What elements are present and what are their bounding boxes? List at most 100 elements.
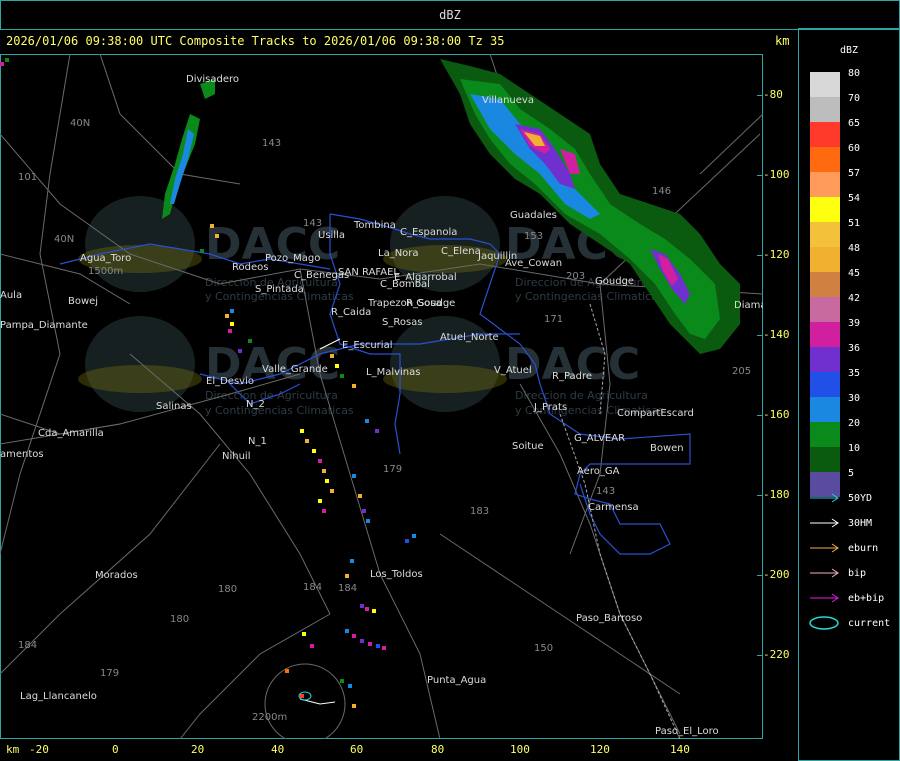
place-label: Atuel_Norte — [440, 332, 499, 343]
place-label: Salinas — [156, 401, 192, 412]
road-number: 143 — [303, 218, 322, 229]
legend-swatch-label: 20 — [848, 418, 861, 429]
legend-swatch-label: 60 — [848, 143, 861, 154]
legend-swatch-label: 48 — [848, 243, 861, 254]
place-label: Pampa_Diamante — [0, 320, 88, 331]
y-tick-label: -200 — [763, 568, 790, 581]
x-tick-label: 80 — [431, 743, 445, 756]
y-tick-label: -180 — [763, 488, 790, 501]
y-tick-mark — [757, 495, 763, 496]
radar-map[interactable]: DACC Direccion de Agricultura y Continge… — [0, 54, 763, 739]
legend-swatch-label: 35 — [848, 368, 861, 379]
echo-pixel — [366, 519, 370, 523]
y-tick-label: -160 — [763, 408, 790, 421]
echo-pixel — [0, 62, 4, 66]
legend-swatch-label: 80 — [848, 68, 861, 79]
legend-swatch — [810, 222, 840, 247]
echo-pixel — [230, 322, 234, 326]
place-label: Los_Toldos — [370, 569, 423, 580]
place-label: SAN RAFAEL — [338, 267, 399, 278]
echo-pixel — [318, 459, 322, 463]
echo-pixel — [330, 354, 334, 358]
road-number: 143 — [262, 138, 281, 149]
echo-pixel — [335, 364, 339, 368]
place-label: Carmensa — [588, 502, 639, 513]
place-label: C_Elena — [441, 246, 481, 257]
road-number: 101 — [18, 172, 37, 183]
x-tick-label: 60 — [350, 743, 364, 756]
echo-pixel — [300, 429, 304, 433]
place-label: N_2 — [246, 399, 265, 410]
y-axis-unit: km — [775, 34, 790, 48]
legend-swatch — [810, 247, 840, 272]
legend-swatch — [810, 372, 840, 397]
echo-pixel — [348, 684, 352, 688]
legend-swatch — [810, 172, 840, 197]
legend-swatch — [810, 272, 840, 297]
echo-pixel — [238, 349, 242, 353]
place-label: Bowej — [68, 296, 98, 307]
echo-pixel — [405, 539, 409, 543]
legend-swatch — [810, 422, 840, 447]
x-axis-unit: km — [6, 743, 20, 756]
echo-pixel — [305, 439, 309, 443]
y-tick-label: -100 — [763, 168, 790, 181]
place-label: Usilla — [318, 230, 345, 241]
y-tick-mark — [757, 95, 763, 96]
road-number: 171 — [544, 314, 563, 325]
scan-header: 2026/01/06 09:38:00 UTC Composite Tracks… — [6, 34, 505, 48]
legend-swatch-label: 10 — [848, 443, 861, 454]
echo-pixel — [322, 469, 326, 473]
echo-pixel — [248, 339, 252, 343]
y-tick-mark — [757, 175, 763, 176]
place-label: Soitue — [512, 441, 544, 452]
road-number: 184 — [18, 640, 37, 651]
echo-pixel — [5, 58, 9, 62]
x-tick-label: -20 — [29, 743, 49, 756]
place-label: Ave_Cowan — [505, 258, 562, 269]
echo-pixel — [210, 224, 214, 228]
legend-swatch-label: 51 — [848, 218, 861, 229]
echo-pixel — [372, 609, 376, 613]
place-label: Rodeos — [232, 262, 268, 273]
echo-pixel — [375, 429, 379, 433]
echo-pixel — [225, 314, 229, 318]
echo-pixel — [360, 639, 364, 643]
legend-swatch-label: 45 — [848, 268, 861, 279]
place-label: S_Rosas — [382, 317, 423, 328]
place-label: El_Desvio — [206, 376, 254, 387]
road-number: 180 — [170, 614, 189, 625]
echo-pixel — [215, 234, 219, 238]
y-tick-mark — [757, 255, 763, 256]
echo-pixel — [300, 694, 304, 698]
legend-swatch — [810, 147, 840, 172]
elevation-1500m: 1500m — [88, 266, 123, 277]
storm-line-northwest — [162, 79, 215, 219]
legend-track-label: 30HM — [848, 518, 873, 529]
place-label: Tombina — [353, 220, 396, 231]
echo-pixel — [352, 634, 356, 638]
legend-title: dBZ — [840, 45, 859, 56]
place-label: Cda_Amarilla — [38, 428, 104, 439]
y-tick-label: -220 — [763, 648, 790, 661]
place-label: CompartEscard — [617, 408, 694, 419]
legend-track-label: eburn — [848, 543, 879, 554]
legend-swatch — [810, 447, 840, 472]
legend-swatch — [810, 297, 840, 322]
legend-track-label: bip — [848, 568, 867, 579]
road-number: 179 — [100, 668, 119, 679]
place-label: Lag_Llancanelo — [20, 691, 97, 702]
place-label: N_1 — [248, 436, 267, 447]
echo-pixel — [285, 669, 289, 673]
place-label: Agua_Toro — [80, 253, 131, 264]
legend-swatch — [810, 347, 840, 372]
track-arrow-icon — [810, 518, 839, 528]
echo-pixel — [312, 449, 316, 453]
x-tick-label: 20 — [191, 743, 205, 756]
place-label: R_Caida — [331, 307, 371, 318]
echo-pixel — [325, 479, 329, 483]
place-label: Pozo_Mago — [265, 253, 320, 264]
current-position-icon — [809, 616, 839, 630]
x-tick-label: 120 — [590, 743, 610, 756]
y-tick-mark — [757, 335, 763, 336]
